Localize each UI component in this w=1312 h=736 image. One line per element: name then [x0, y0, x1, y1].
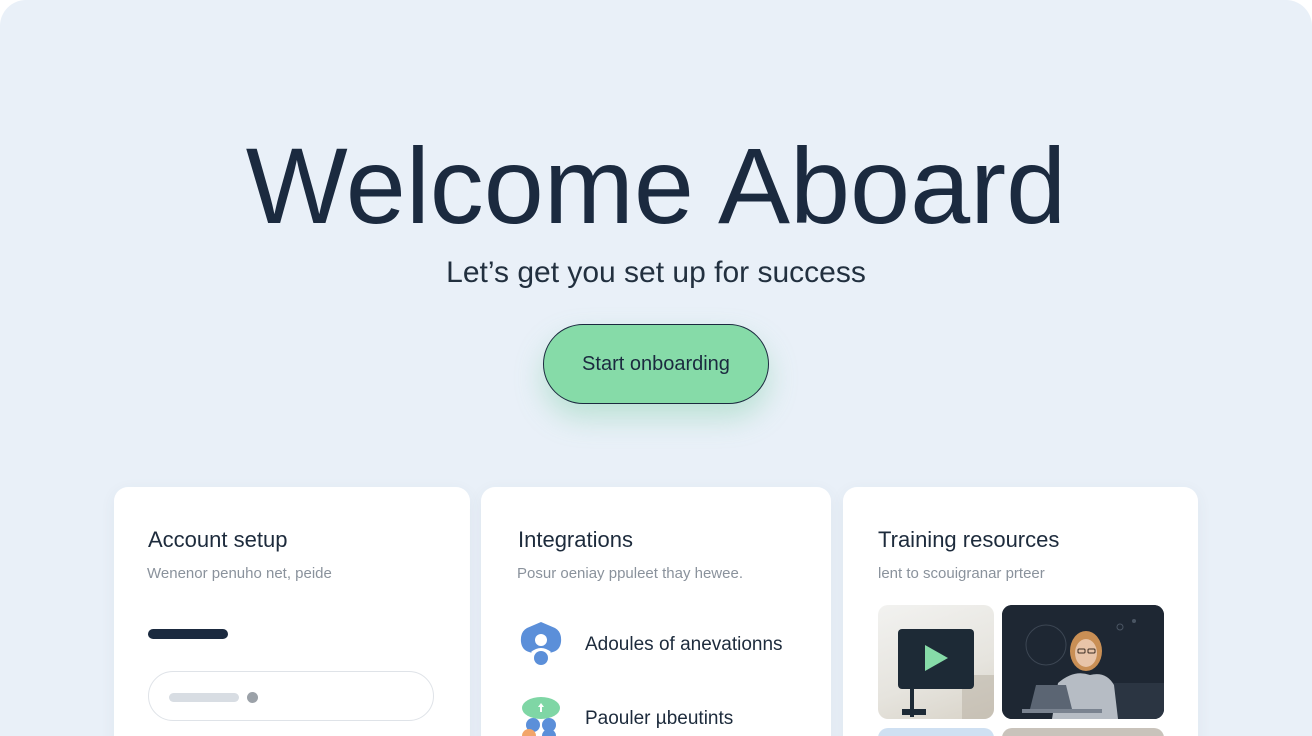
integration-item[interactable]: Paouler µbeutints — [518, 694, 818, 736]
input-placeholder-dot — [247, 692, 258, 703]
page-title: Welcome Aboard — [245, 125, 1067, 246]
account-input-field[interactable] — [148, 671, 434, 721]
card-title-account-setup: Account setup — [148, 527, 288, 552]
cloud-upload-icon — [518, 694, 564, 736]
resource-thumbnail[interactable] — [1002, 728, 1164, 736]
page-subtitle: Let’s get you set up for success — [446, 256, 866, 289]
account-setup-card: Account setup Wenenor penuho net, peide — [114, 487, 470, 736]
person-laptop-image[interactable] — [1002, 605, 1164, 719]
resource-thumbnail[interactable] — [878, 728, 994, 736]
play-video-icon — [898, 629, 994, 719]
input-placeholder-bar — [169, 693, 239, 702]
app-window: Welcome Aboard Let’s get you set up for … — [0, 0, 1312, 736]
user-shield-icon — [518, 620, 564, 668]
card-description-training-resources: lent to scouigranar prteer — [878, 565, 1045, 582]
card-title-training-resources: Training resources — [878, 527, 1060, 552]
card-title-integrations: Integrations — [518, 527, 633, 552]
integration-item-label: Paouler µbeutints — [585, 708, 734, 729]
account-progress-bar — [148, 629, 228, 639]
video-thumbnail[interactable] — [878, 605, 994, 719]
integration-item[interactable]: Adoules of anevationns — [518, 620, 818, 668]
integrations-card: Integrations Posur oeniay ppuleet thay h… — [481, 487, 831, 736]
start-onboarding-button[interactable]: Start onboarding — [543, 324, 769, 404]
card-description-integrations: Posur oeniay ppuleet thay hewee. — [517, 565, 743, 582]
training-resources-card: Training resources lent to scouigranar p… — [843, 487, 1198, 736]
integration-item-label: Adoules of anevationns — [585, 634, 783, 655]
card-description-account-setup: Wenenor penuho net, peide — [147, 565, 332, 582]
